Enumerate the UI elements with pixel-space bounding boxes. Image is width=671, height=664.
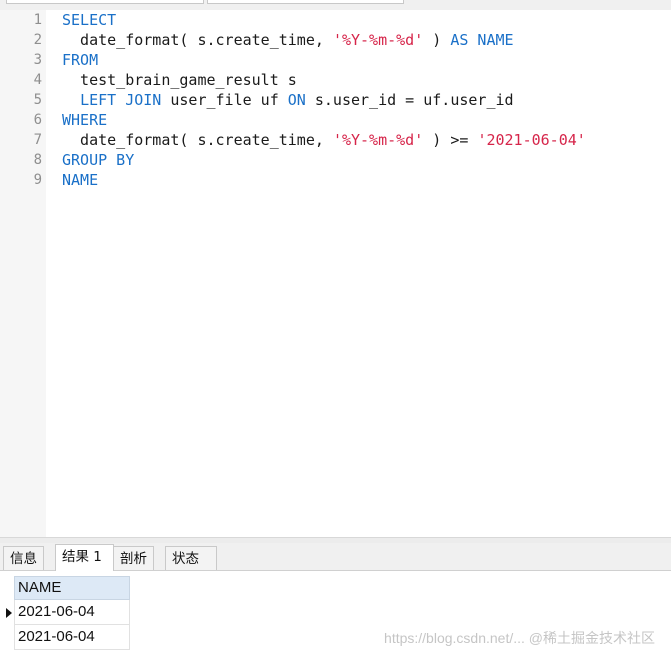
code-text: SELECT [62,10,116,30]
result-grid: NAME 2021-06-04 2021-06-04 [0,571,671,664]
tab-result-1[interactable]: 结果 1 [55,544,114,571]
code-line[interactable]: 3 FROM [0,50,671,70]
code-line[interactable]: 1 SELECT [0,10,671,30]
sql-keyword: NAME [62,171,99,189]
query-tab-stub[interactable] [6,0,204,4]
code-text: date_format( s.create_time, '%Y-%m-%d' )… [62,30,514,50]
table-row[interactable]: 2021-06-04 [14,600,130,625]
sql-keyword: WHERE [62,111,108,129]
sql-string: '2021-06-04' [477,131,586,149]
sql-editor[interactable]: 1 SELECT 2 date_format( s.create_time, '%Y… [0,10,671,540]
code-line[interactable]: 8 GROUP BY [0,150,671,170]
code-text: GROUP BY [62,150,134,170]
sql-text: ) [423,31,451,49]
line-number: 7 [33,132,42,148]
row-pointer-icon [6,608,12,618]
code-text: LEFT JOIN user_file uf ON s.user_id = uf… [62,90,514,110]
code-text: NAME [62,170,98,190]
watermark: https://blog.csdn.net/... @稀土掘金技术社区 [384,630,655,646]
code-line[interactable]: 4 test_brain_game_result s [0,70,671,90]
code-line[interactable]: 2 date_format( s.create_time, '%Y-%m-%d'… [0,30,671,50]
sql-keyword: LEFT JOIN [80,91,162,109]
current-row-indicator [0,600,14,625]
query-tab-stub[interactable] [207,0,404,4]
line-number: 4 [33,72,42,88]
sql-string: '%Y-%m-%d' [332,31,424,49]
sql-string: '%Y-%m-%d' [332,131,424,149]
code-line[interactable]: 7 date_format( s.create_time, '%Y-%m-%d'… [0,130,671,150]
code-line[interactable]: 6 WHERE [0,110,671,130]
sql-keyword: ON [287,91,306,109]
line-number: 9 [33,172,42,188]
tab-profile[interactable]: 剖析 [113,546,154,570]
sql-text: s.user_id = uf.user_id [305,91,514,109]
code-text: WHERE [62,110,107,130]
code-line[interactable]: 5 LEFT JOIN user_file uf ON s.user_id = … [0,90,671,110]
tab-status[interactable]: 状态 [165,546,217,570]
sql-text: user_file uf [161,91,288,109]
sql-keyword: SELECT [62,11,117,29]
code-text: date_format( s.create_time, '%Y-%m-%d' )… [62,130,586,150]
column-header-name[interactable]: NAME [14,576,130,600]
result-tab-bar: 信息 结果 1 剖析 状态 [0,543,671,571]
top-tab-strip [0,0,671,10]
sql-text: date_format( s.create_time, [62,31,333,49]
line-number: 3 [33,52,42,68]
code-text: test_brain_game_result s [62,70,297,90]
sql-keyword: AS NAME [450,31,514,49]
code-line[interactable]: 9 NAME [0,170,671,190]
sql-text: date_format( s.create_time, [62,131,333,149]
table-row[interactable]: 2021-06-04 [14,625,130,650]
sql-text: ) >= [423,131,478,149]
sql-keyword: GROUP BY [62,151,135,169]
line-number: 6 [33,112,42,128]
line-number: 5 [33,92,42,108]
code-text: FROM [62,50,98,70]
line-number: 2 [33,32,42,48]
sql-text: test_brain_game_result s [62,71,297,89]
line-number: 1 [33,12,42,28]
line-number: 8 [33,152,42,168]
tab-info[interactable]: 信息 [3,546,44,570]
sql-keyword: FROM [62,51,99,69]
